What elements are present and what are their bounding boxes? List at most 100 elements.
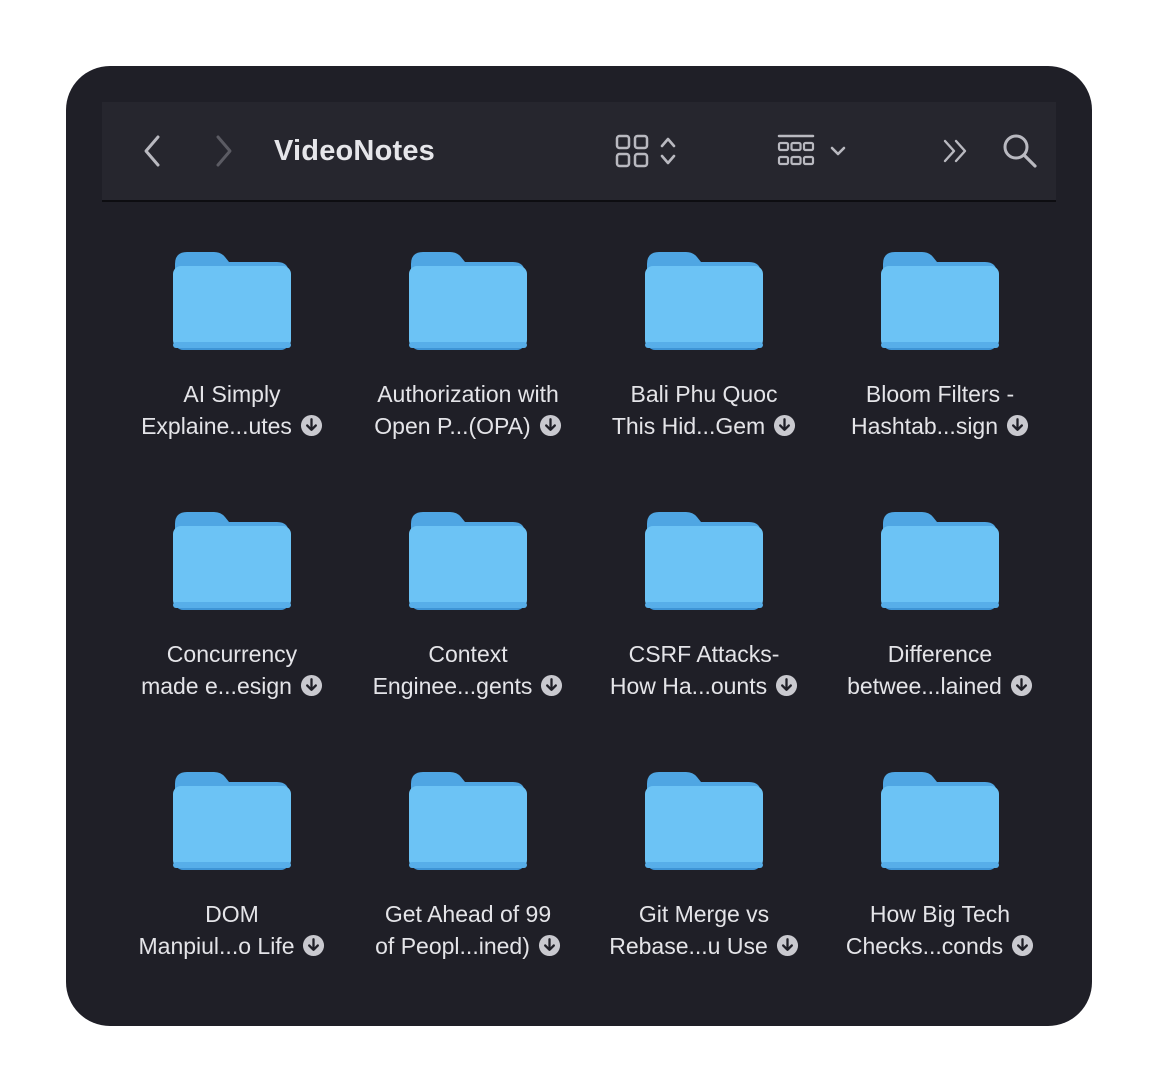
folder-name: DOM Manpiul...o Life bbox=[114, 898, 350, 962]
folder-name-line-1: DOM bbox=[205, 901, 259, 927]
finder-window: VideoNotes AI Simply Explaine...utes Aut… bbox=[66, 66, 1092, 1026]
folder-name-line-1: Bloom Filters - bbox=[865, 381, 1015, 407]
folder-icon bbox=[645, 772, 763, 870]
forward-button[interactable] bbox=[204, 131, 244, 171]
download-icon[interactable] bbox=[300, 414, 323, 437]
folder-name-line-2: Rebase...u Use bbox=[586, 930, 822, 962]
folder-name-text: Hashtab...sign bbox=[850, 413, 999, 439]
grid-view-icon bbox=[615, 134, 649, 168]
download-icon[interactable] bbox=[775, 674, 798, 697]
folder-name-text: Enginee...gents bbox=[372, 673, 533, 699]
folder-name-line-2: Enginee...gents bbox=[350, 670, 586, 702]
folder-name: CSRF Attacks- How Ha...ounts bbox=[586, 638, 822, 702]
download-icon[interactable] bbox=[539, 414, 562, 437]
window-title: VideoNotes bbox=[274, 135, 436, 167]
folder-name-line-2: made e...esign bbox=[114, 670, 350, 702]
download-icon[interactable] bbox=[776, 934, 799, 957]
folder-name-line-2: of Peopl...ined) bbox=[350, 930, 586, 962]
folder-item[interactable]: CSRF Attacks- How Ha...ounts bbox=[586, 502, 822, 762]
folder-icon bbox=[173, 512, 291, 610]
folder-item[interactable]: Authorization with Open P...(OPA) bbox=[350, 242, 586, 502]
folder-name-line-1: How Big Tech bbox=[869, 901, 1011, 927]
folder-item[interactable]: Concurrency made e...esign bbox=[114, 502, 350, 762]
chevron-down-icon bbox=[830, 146, 846, 156]
folder-name-line-1: AI Simply bbox=[183, 381, 281, 407]
folder-name: How Big Tech Checks...conds bbox=[822, 898, 1058, 962]
folder-icon bbox=[409, 252, 527, 350]
group-by-button[interactable] bbox=[772, 128, 852, 174]
folder-icon bbox=[409, 512, 527, 610]
folder-name-line-1: Concurrency bbox=[166, 641, 298, 667]
folder-icon bbox=[409, 772, 527, 870]
folder-name: Difference betwee...lained bbox=[822, 638, 1058, 702]
more-toolbar-button[interactable] bbox=[936, 131, 976, 171]
folder-name-line-1: Authorization with bbox=[377, 381, 559, 407]
download-icon[interactable] bbox=[1006, 414, 1029, 437]
folder-icon bbox=[645, 512, 763, 610]
download-icon[interactable] bbox=[1010, 674, 1033, 697]
folder-name-text: Rebase...u Use bbox=[609, 933, 768, 959]
folder-name-line-1: Get Ahead of 99 bbox=[384, 901, 552, 927]
folder-item[interactable]: Bloom Filters - Hashtab...sign bbox=[822, 242, 1058, 502]
folder-name: Bloom Filters - Hashtab...sign bbox=[822, 378, 1058, 442]
folder-icon bbox=[173, 772, 291, 870]
folder-name: Bali Phu Quoc This Hid...Gem bbox=[586, 378, 822, 442]
folder-icon bbox=[881, 252, 999, 350]
folder-item[interactable]: DOM Manpiul...o Life bbox=[114, 762, 350, 1022]
group-by-icon bbox=[777, 134, 815, 166]
folder-name-line-2: betwee...lained bbox=[822, 670, 1058, 702]
chevron-updown-icon bbox=[660, 137, 676, 165]
folder-name-line-1: Context bbox=[428, 641, 508, 667]
download-icon[interactable] bbox=[773, 414, 796, 437]
folder-item[interactable]: How Big Tech Checks...conds bbox=[822, 762, 1058, 1022]
folder-name-text: Open P...(OPA) bbox=[374, 413, 531, 439]
folder-name: AI Simply Explaine...utes bbox=[114, 378, 350, 442]
folder-icon bbox=[881, 512, 999, 610]
folder-item[interactable]: Git Merge vs Rebase...u Use bbox=[586, 762, 822, 1022]
back-button[interactable] bbox=[132, 131, 172, 171]
folder-name-text: Explaine...utes bbox=[141, 413, 292, 439]
folder-name: Concurrency made e...esign bbox=[114, 638, 350, 702]
download-icon[interactable] bbox=[302, 934, 325, 957]
folder-name-text: of Peopl...ined) bbox=[375, 933, 530, 959]
folder-name-line-2: Explaine...utes bbox=[114, 410, 350, 442]
folder-name: Context Enginee...gents bbox=[350, 638, 586, 702]
folder-icon bbox=[881, 772, 999, 870]
download-icon[interactable] bbox=[1011, 934, 1034, 957]
search-button[interactable] bbox=[998, 129, 1042, 173]
folder-icon bbox=[645, 252, 763, 350]
toolbar: VideoNotes bbox=[102, 102, 1056, 202]
folder-name-text: Manpiul...o Life bbox=[138, 933, 295, 959]
folder-name-text: Checks...conds bbox=[845, 933, 1004, 959]
folder-name-text: This Hid...Gem bbox=[611, 413, 766, 439]
folder-name: Git Merge vs Rebase...u Use bbox=[586, 898, 822, 962]
folder-name-line-1: CSRF Attacks- bbox=[628, 641, 780, 667]
folder-item[interactable]: Bali Phu Quoc This Hid...Gem bbox=[586, 242, 822, 502]
folder-name-text: betwee...lained bbox=[847, 673, 1002, 699]
folder-name-line-1: Git Merge vs bbox=[638, 901, 770, 927]
download-icon[interactable] bbox=[538, 934, 561, 957]
view-mode-button[interactable] bbox=[608, 128, 684, 174]
folder-name: Authorization with Open P...(OPA) bbox=[350, 378, 586, 442]
folder-name-line-2: Checks...conds bbox=[822, 930, 1058, 962]
folder-name-line-1: Bali Phu Quoc bbox=[630, 381, 778, 407]
folder-name-line-2: Open P...(OPA) bbox=[350, 410, 586, 442]
folder-item[interactable]: Context Enginee...gents bbox=[350, 502, 586, 762]
folder-item[interactable]: Difference betwee...lained bbox=[822, 502, 1058, 762]
folder-name-line-2: Manpiul...o Life bbox=[114, 930, 350, 962]
chevron-right-icon bbox=[216, 135, 232, 167]
search-icon bbox=[1003, 134, 1037, 168]
folder-name-line-2: This Hid...Gem bbox=[586, 410, 822, 442]
chevron-left-icon bbox=[144, 135, 160, 167]
folder-name-line-1: Difference bbox=[887, 641, 993, 667]
double-chevron-right-icon bbox=[943, 139, 967, 163]
folder-item[interactable]: Get Ahead of 99 of Peopl...ined) bbox=[350, 762, 586, 1022]
folder-name-text: How Ha...ounts bbox=[609, 673, 768, 699]
folder-name-line-2: How Ha...ounts bbox=[586, 670, 822, 702]
download-icon[interactable] bbox=[540, 674, 563, 697]
folder-name-line-2: Hashtab...sign bbox=[822, 410, 1058, 442]
folder-icon bbox=[173, 252, 291, 350]
folder-item[interactable]: AI Simply Explaine...utes bbox=[114, 242, 350, 502]
folder-name-text: made e...esign bbox=[141, 673, 292, 699]
download-icon[interactable] bbox=[300, 674, 323, 697]
